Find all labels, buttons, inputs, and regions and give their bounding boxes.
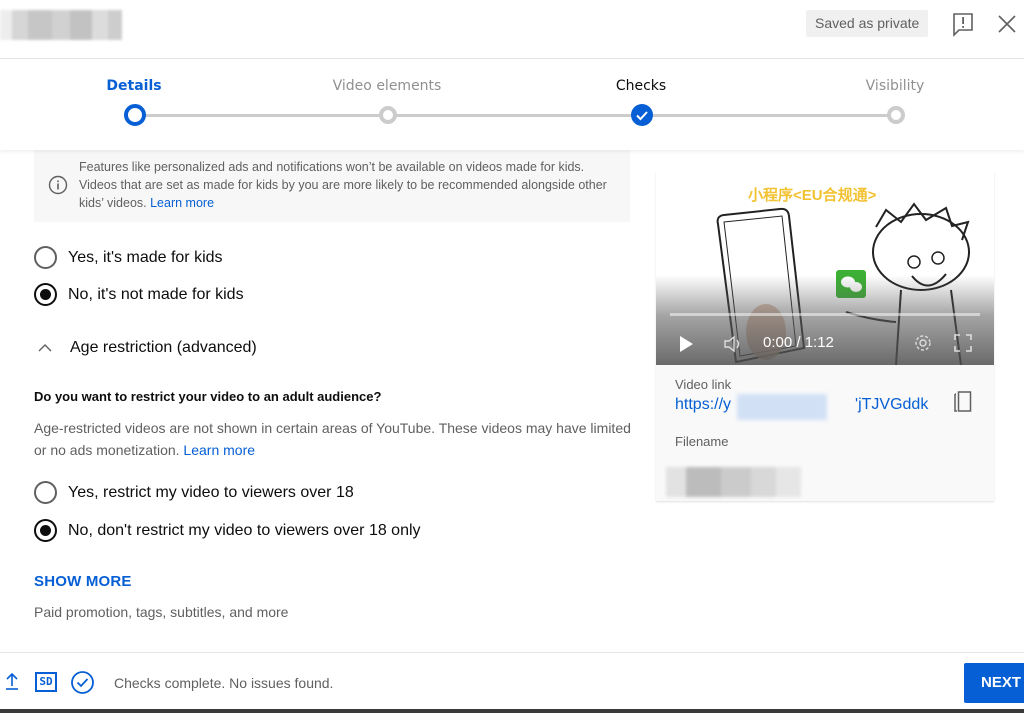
step-done-indicator bbox=[631, 104, 653, 126]
age-restriction-question: Do you want to restrict your video to an… bbox=[34, 389, 382, 404]
radio-restrict-yes[interactable]: Yes, restrict my video to viewers over 1… bbox=[34, 481, 354, 504]
video-player[interactable]: 小程序<EU合规通> 0:00 / 1:12 bbox=[656, 172, 994, 365]
filename-label: Filename bbox=[675, 434, 729, 449]
video-link[interactable]: https://y'jTJVGddk bbox=[675, 394, 975, 420]
upload-stepper: Details Video elements Checks Visibility bbox=[0, 60, 1024, 150]
upload-dialog: Saved as private Details Video elements … bbox=[0, 0, 1024, 713]
window-bottom-edge bbox=[0, 709, 1024, 713]
video-thumbnail-title: 小程序<EU合规通> bbox=[748, 187, 877, 204]
show-more-button[interactable]: SHOW MORE bbox=[34, 573, 132, 590]
player-controls-overlay bbox=[656, 275, 994, 365]
radio-made-for-kids-yes[interactable]: Yes, it's made for kids bbox=[34, 246, 223, 269]
video-preview-card: 小程序<EU合规通> 0:00 / 1:12 Video link https:… bbox=[656, 172, 994, 501]
sd-quality-icon[interactable]: SD bbox=[35, 672, 57, 692]
step-visibility[interactable]: Visibility bbox=[805, 60, 985, 124]
video-link-redacted bbox=[737, 394, 827, 420]
filename-redacted bbox=[666, 467, 801, 497]
info-icon bbox=[48, 175, 68, 195]
step-checks[interactable]: Checks bbox=[551, 60, 731, 126]
age-restriction-toggle[interactable]: Age restriction (advanced) bbox=[34, 339, 257, 357]
learn-more-link-age[interactable]: Learn more bbox=[183, 442, 255, 458]
close-icon bbox=[998, 15, 1016, 33]
copy-link-button[interactable] bbox=[952, 390, 974, 414]
chevron-up-icon bbox=[38, 344, 52, 352]
upload-icon[interactable] bbox=[4, 671, 20, 691]
settings-gear-icon[interactable] bbox=[912, 332, 934, 354]
checks-complete-icon[interactable] bbox=[70, 670, 95, 695]
dialog-footer: SD Checks complete. No issues found. NEX… bbox=[0, 652, 1024, 711]
age-restriction-description: Age-restricted videos are not shown in c… bbox=[34, 420, 631, 458]
fullscreen-icon[interactable] bbox=[953, 333, 973, 353]
radio-made-for-kids-no[interactable]: No, it's not made for kids bbox=[34, 283, 244, 306]
step-pending-indicator bbox=[379, 106, 397, 124]
feedback-button[interactable] bbox=[951, 11, 975, 37]
saved-status-badge: Saved as private bbox=[806, 10, 929, 37]
step-video-elements[interactable]: Video elements bbox=[297, 60, 477, 124]
learn-more-link-kids[interactable]: Learn more bbox=[150, 196, 214, 210]
step-active-indicator bbox=[124, 104, 146, 126]
video-metadata: Video link https://y'jTJVGddk Filename bbox=[656, 365, 994, 461]
step-pending-indicator bbox=[887, 106, 905, 124]
made-for-kids-info: Features like personalized ads and notif… bbox=[34, 150, 630, 222]
video-progress-bar[interactable] bbox=[670, 313, 980, 316]
play-icon[interactable] bbox=[678, 335, 694, 353]
radio-button-selected[interactable] bbox=[34, 519, 57, 542]
radio-button[interactable] bbox=[34, 246, 57, 269]
video-time: 0:00 / 1:12 bbox=[763, 334, 834, 351]
video-title-redacted bbox=[0, 10, 122, 40]
details-form: Features like personalized ads and notif… bbox=[34, 150, 631, 620]
volume-icon[interactable] bbox=[723, 334, 745, 354]
step-details[interactable]: Details bbox=[44, 60, 224, 126]
radio-restrict-no[interactable]: No, don't restrict my video to viewers o… bbox=[34, 519, 421, 542]
video-link-label: Video link bbox=[675, 377, 732, 392]
radio-button[interactable] bbox=[34, 481, 57, 504]
radio-button-selected[interactable] bbox=[34, 283, 57, 306]
checks-status-text: Checks complete. No issues found. bbox=[114, 675, 334, 691]
feedback-icon bbox=[953, 13, 973, 37]
show-more-subtitle: Paid promotion, tags, subtitles, and mor… bbox=[34, 604, 289, 620]
copy-icon bbox=[954, 391, 972, 412]
next-button[interactable]: NEXT bbox=[964, 663, 1024, 703]
checkmark-icon bbox=[636, 111, 648, 121]
dialog-header: Saved as private bbox=[0, 0, 1024, 59]
stepper-track bbox=[134, 114, 894, 117]
close-button[interactable] bbox=[995, 12, 1019, 36]
